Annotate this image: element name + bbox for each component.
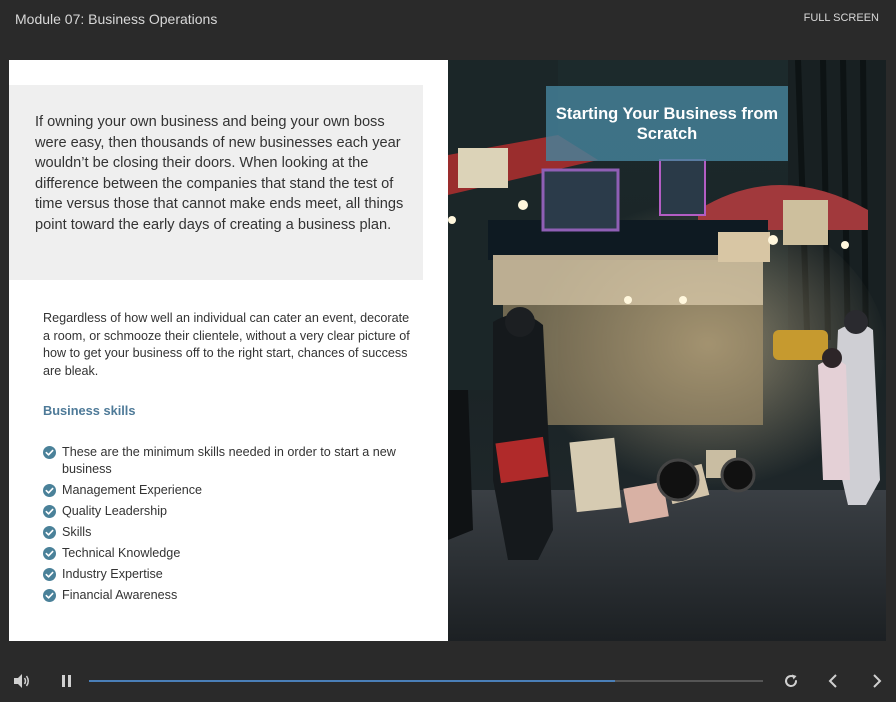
slide: If owning your own business and being yo… xyxy=(9,60,886,641)
skills-list: These are the minimum skills needed in o… xyxy=(43,444,415,608)
list-item-label: Management Experience xyxy=(62,483,203,497)
top-bar: Module 07: Business Operations FULL SCRE… xyxy=(0,0,896,40)
body-paragraph: Regardless of how well an individual can… xyxy=(43,311,410,378)
list-item: Industry Expertise xyxy=(43,566,415,583)
progress-bar[interactable] xyxy=(89,680,763,682)
list-item-label: Quality Leadership xyxy=(62,504,168,518)
progress-fill xyxy=(89,680,615,682)
list-item-label: Technical Knowledge xyxy=(62,546,181,560)
chevron-left-icon[interactable] xyxy=(827,673,839,689)
check-circle-icon xyxy=(43,568,56,581)
list-item-label: Financial Awareness xyxy=(62,588,178,602)
module-title: Module 07: Business Operations xyxy=(15,11,218,27)
check-circle-icon xyxy=(43,484,56,497)
fullscreen-button[interactable]: FULL SCREEN xyxy=(804,12,879,24)
intro-box: If owning your own business and being yo… xyxy=(9,85,423,280)
pause-icon[interactable] xyxy=(61,674,73,688)
slide-image: Starting Your Business from Scratch xyxy=(448,60,886,641)
skills-heading: Business skills xyxy=(43,403,136,418)
list-item: Technical Knowledge xyxy=(43,545,415,562)
player-controls xyxy=(0,660,896,702)
list-item-label: Industry Expertise xyxy=(62,567,163,581)
slide-text-panel: If owning your own business and being yo… xyxy=(9,60,448,641)
list-item: Quality Leadership xyxy=(43,503,415,520)
volume-icon[interactable] xyxy=(13,673,31,689)
check-circle-icon xyxy=(43,547,56,560)
slide-title: Starting Your Business from Scratch xyxy=(555,105,779,143)
check-circle-icon xyxy=(43,526,56,539)
intro-text: If owning your own business and being yo… xyxy=(35,114,404,233)
chevron-right-icon[interactable] xyxy=(871,673,883,689)
check-circle-icon xyxy=(43,446,56,459)
check-circle-icon xyxy=(43,589,56,602)
list-item: Financial Awareness xyxy=(43,587,415,604)
slide-title-card: Starting Your Business from Scratch xyxy=(546,86,788,161)
list-item-label: These are the minimum skills needed in o… xyxy=(62,445,396,476)
list-item: These are the minimum skills needed in o… xyxy=(43,444,415,478)
list-item-label: Skills xyxy=(62,525,92,539)
replay-icon[interactable] xyxy=(783,673,799,689)
check-circle-icon xyxy=(43,505,56,518)
list-item: Management Experience xyxy=(43,482,415,499)
list-item: Skills xyxy=(43,524,415,541)
